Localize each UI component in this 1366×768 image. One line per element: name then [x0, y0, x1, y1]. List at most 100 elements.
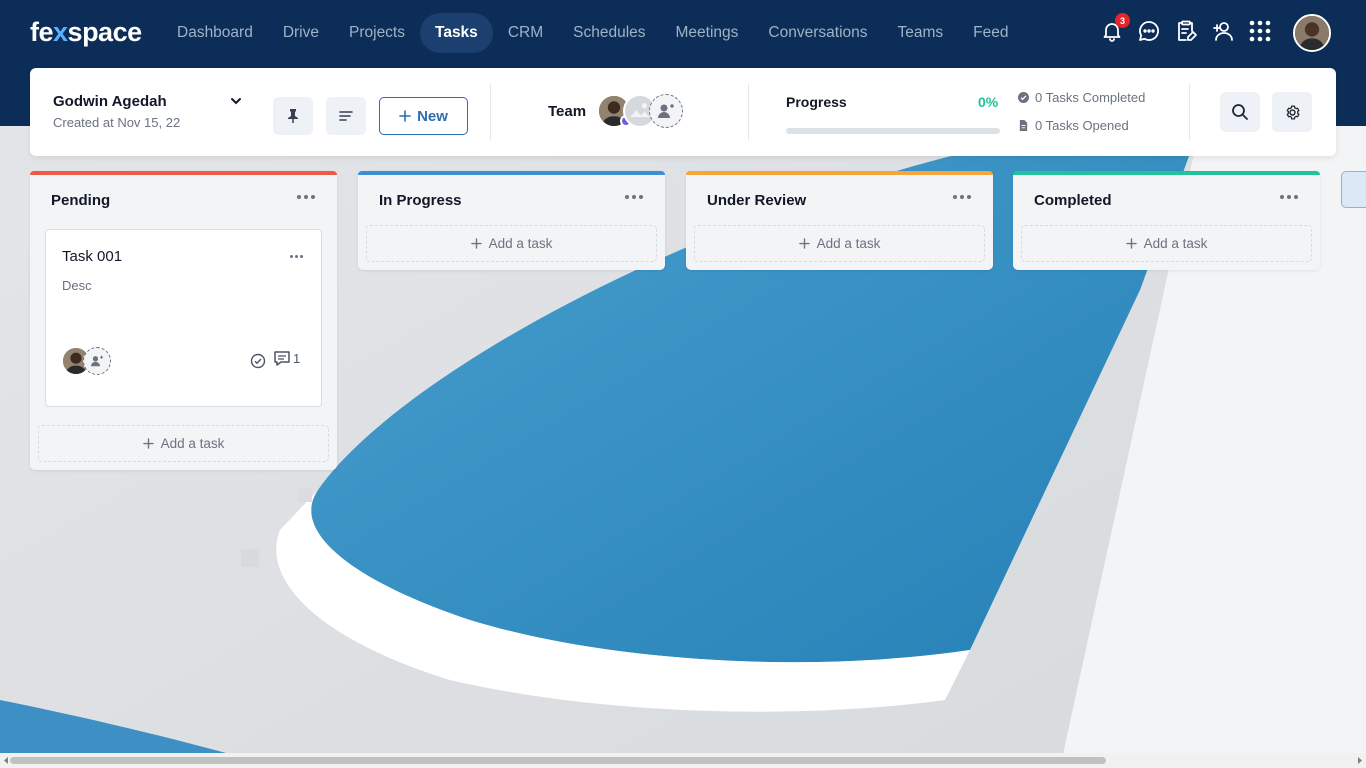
tasks-opened-text: 0 Tasks Opened — [1035, 118, 1129, 133]
add-task-label: Add a task — [160, 436, 225, 451]
progress-label: Progress — [786, 94, 847, 110]
task-card[interactable]: Task 001 Desc 1 — [45, 229, 322, 407]
search-button[interactable] — [1220, 92, 1260, 132]
comment-icon — [274, 351, 290, 366]
add-task-button[interactable]: Add a task — [1021, 225, 1312, 262]
tasks-completed-text: 0 Tasks Completed — [1035, 90, 1146, 105]
filter-button[interactable] — [326, 97, 366, 135]
add-user-icon — [91, 355, 103, 367]
logo-text-accent: x — [53, 16, 68, 47]
team-avatars[interactable] — [597, 94, 697, 130]
bell-icon[interactable]: 3 — [1100, 13, 1130, 43]
add-user-icon[interactable] — [1211, 19, 1235, 43]
lines-filter-icon — [339, 111, 353, 121]
nav-link-dashboard[interactable]: Dashboard — [162, 13, 268, 53]
divider — [1189, 84, 1190, 140]
task-assignees[interactable] — [62, 347, 132, 377]
apps-grid-icon[interactable] — [1248, 19, 1272, 43]
add-task-button[interactable]: Add a task — [694, 225, 985, 262]
divider — [748, 84, 749, 140]
horizontal-scrollbar[interactable] — [0, 753, 1366, 768]
add-task-button[interactable]: Add a task — [38, 425, 329, 462]
nav-links: Dashboard Drive Projects Tasks CRM Sched… — [162, 13, 1024, 53]
clipboard-edit-icon[interactable] — [1174, 19, 1198, 43]
check-circle-icon[interactable] — [250, 353, 266, 369]
created-date: Created at Nov 15, 22 — [53, 115, 181, 130]
progress-percent: 0% — [978, 94, 999, 110]
nav-link-meetings[interactable]: Meetings — [661, 13, 754, 53]
divider — [490, 84, 491, 140]
column-header: Completed — [1013, 175, 1320, 225]
plus-icon — [142, 438, 154, 449]
column-in-progress: In Progress Add a task — [358, 171, 665, 270]
tasks-completed-stat: 0 Tasks Completed — [1018, 90, 1145, 105]
document-icon — [1019, 120, 1028, 131]
nav-icon-group: 3 — [1100, 13, 1272, 43]
nav-link-tasks[interactable]: Tasks — [420, 13, 493, 53]
chevron-down-icon[interactable] — [230, 95, 242, 107]
add-task-label: Add a task — [488, 236, 553, 251]
plus-icon — [1125, 238, 1137, 249]
nav-link-teams[interactable]: Teams — [883, 13, 959, 53]
nav-link-crm[interactable]: CRM — [493, 13, 558, 53]
project-header-card: Godwin Agedah Created at Nov 15, 22 New … — [30, 68, 1336, 156]
nav-link-schedules[interactable]: Schedules — [558, 13, 660, 53]
add-member-button[interactable] — [649, 94, 683, 128]
column-menu-icon[interactable] — [953, 195, 971, 203]
add-column-button[interactable] — [1341, 171, 1366, 208]
task-title: Task 001 — [62, 248, 123, 265]
add-task-button[interactable]: Add a task — [366, 225, 657, 262]
search-icon — [1232, 104, 1248, 120]
tasks-opened-stat: 0 Tasks Opened — [1018, 118, 1129, 133]
column-pending: Pending Task 001 Desc 1 Add a task — [30, 171, 337, 470]
add-task-label: Add a task — [1143, 236, 1208, 251]
task-menu-icon[interactable] — [290, 255, 303, 258]
settings-button[interactable] — [1272, 92, 1312, 132]
pin-button[interactable] — [273, 97, 313, 135]
user-avatar[interactable] — [1293, 14, 1331, 52]
plus-icon — [798, 238, 810, 249]
gear-icon — [1286, 104, 1300, 120]
notification-badge: 3 — [1115, 13, 1130, 28]
column-title: Under Review — [707, 191, 807, 209]
column-header: In Progress — [358, 175, 665, 225]
nav-link-projects[interactable]: Projects — [334, 13, 420, 53]
logo-text-part: fe — [30, 16, 54, 47]
scrollbar-thumb[interactable] — [10, 757, 1106, 764]
nav-link-drive[interactable]: Drive — [268, 13, 334, 53]
column-under-review: Under Review Add a task — [686, 171, 993, 270]
nav-link-conversations[interactable]: Conversations — [753, 13, 882, 53]
scroll-right-arrow-icon[interactable] — [1356, 756, 1364, 765]
app-logo[interactable]: fe x space — [30, 14, 142, 50]
column-title: In Progress — [379, 191, 462, 209]
column-title: Completed — [1034, 191, 1112, 209]
pin-icon — [288, 109, 298, 123]
chat-icon[interactable] — [1137, 19, 1161, 43]
check-circle-icon — [1018, 92, 1029, 103]
new-task-button[interactable]: New — [379, 97, 468, 135]
comment-count: 1 — [293, 351, 301, 366]
nav-link-feed[interactable]: Feed — [958, 13, 1023, 53]
owner-name: Godwin Agedah — [53, 93, 167, 110]
task-description: Desc — [62, 278, 92, 293]
column-title: Pending — [51, 191, 111, 209]
scroll-left-arrow-icon[interactable] — [2, 756, 10, 765]
team-label: Team — [548, 103, 587, 120]
top-nav: fe x space Dashboard Drive Projects Tasks … — [0, 0, 1366, 66]
column-completed: Completed Add a task — [1013, 171, 1320, 270]
add-assignee-button[interactable] — [83, 347, 111, 375]
plus-icon — [399, 110, 411, 122]
progress-bar — [786, 128, 1000, 134]
add-user-icon — [658, 104, 674, 118]
task-comments[interactable]: 1 — [274, 351, 300, 366]
column-menu-icon[interactable] — [297, 195, 315, 203]
plus-icon — [470, 238, 482, 249]
column-menu-icon[interactable] — [1280, 195, 1298, 203]
column-menu-icon[interactable] — [625, 195, 643, 203]
project-owner[interactable]: Godwin Agedah Created at Nov 15, 22 — [53, 93, 180, 130]
logo-text-part: space — [67, 16, 143, 47]
new-button-label: New — [417, 107, 448, 125]
column-header: Pending — [30, 175, 337, 225]
add-task-label: Add a task — [816, 236, 881, 251]
column-header: Under Review — [686, 175, 993, 225]
